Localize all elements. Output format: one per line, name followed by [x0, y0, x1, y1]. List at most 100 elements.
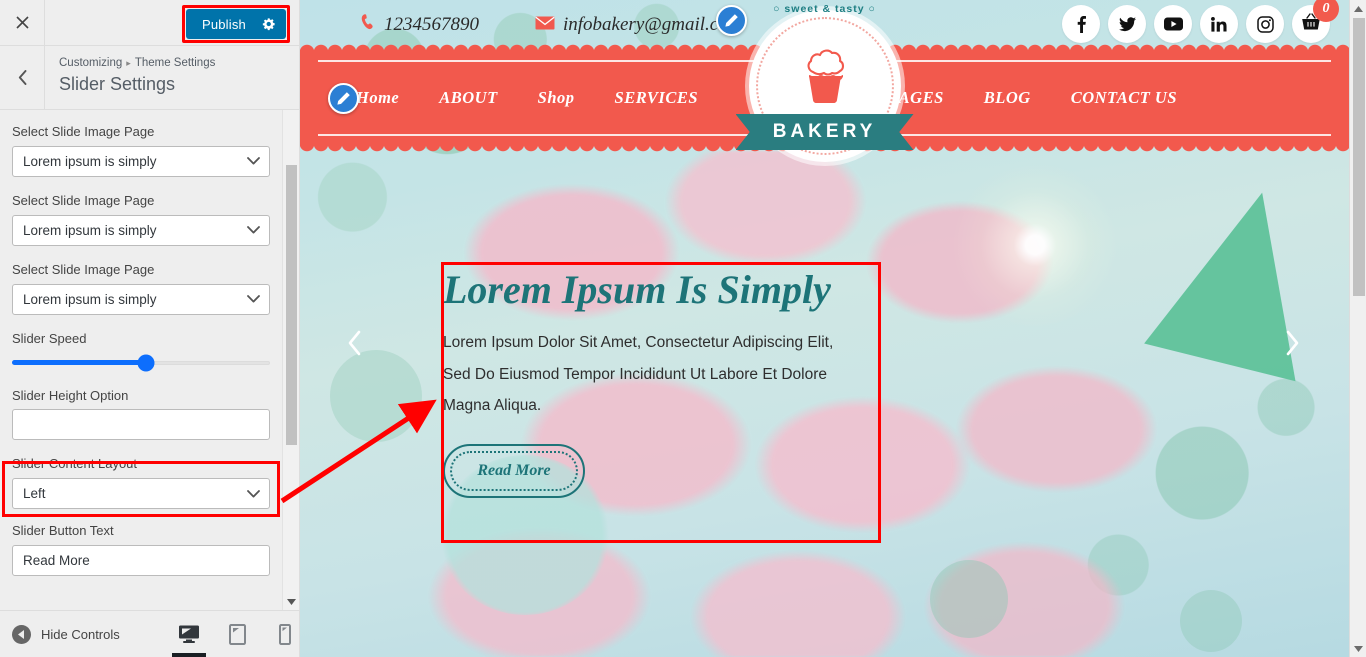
- twitter-icon[interactable]: [1108, 5, 1146, 43]
- logo-ribbon: BAKERY: [735, 114, 914, 150]
- topbar-email[interactable]: infobakery@gmail.com: [535, 14, 741, 36]
- chevron-down-icon: [247, 147, 260, 176]
- control-slider-button-text: Slider Button Text: [12, 523, 287, 577]
- slider-speed-range[interactable]: [12, 354, 270, 372]
- control-label: Slider Height Option: [12, 387, 129, 403]
- facebook-icon[interactable]: [1062, 5, 1100, 43]
- slide-image-page-select-2[interactable]: Lorem ipsum is simply: [12, 214, 270, 246]
- slide-title: Lorem Ipsum Is Simply: [443, 267, 831, 312]
- select-value: Lorem ipsum is simply: [23, 222, 157, 238]
- site-preview-frame: Home ABOUT Shop SERVICES PAGES BLOG CONT…: [300, 0, 1349, 657]
- email-address: infobakery@gmail.com: [563, 14, 742, 35]
- control-slider-speed: Slider Speed: [12, 331, 287, 372]
- customizer-titles: Customizing ▸ Theme Settings Slider Settin…: [45, 46, 215, 109]
- select-value: Lorem ipsum is simply: [23, 153, 157, 169]
- nav-item-services[interactable]: SERVICES: [615, 88, 699, 108]
- control-select-slide-image-page-3: Select Slide Image Page Lorem ipsum is s…: [12, 262, 287, 315]
- read-more-label: Read More: [477, 462, 551, 480]
- select-value: Lorem ipsum is simply: [23, 291, 157, 307]
- slider-height-input[interactable]: [12, 409, 270, 441]
- preview-scrollbar[interactable]: [1349, 0, 1366, 657]
- confetti-dot: [1180, 590, 1242, 652]
- control-label: Slider Content Layout: [12, 456, 138, 472]
- cart-count-badge: 0: [1313, 0, 1339, 22]
- slider-content-block: Lorem Ipsum Is Simply Lorem Ipsum Dolor …: [443, 267, 873, 499]
- cupcake-icon: [793, 42, 857, 104]
- select-value: Left: [23, 486, 46, 502]
- slider-prev-arrow[interactable]: [346, 330, 363, 363]
- scroll-down-arrow-icon[interactable]: [283, 593, 299, 610]
- control-select-slide-image-page-1: Select Slide Image Page Lorem ipsum is s…: [12, 124, 287, 177]
- publish-button[interactable]: Publish: [186, 9, 260, 39]
- nav-item-blog[interactable]: BLOG: [984, 88, 1031, 108]
- logo-tagline: ○ sweet & tasty ○: [773, 3, 876, 15]
- control-label: Slider Button Text: [12, 523, 114, 539]
- breadcrumb-separator: ▸: [126, 58, 131, 68]
- breadcrumb-root[interactable]: Customizing: [59, 57, 122, 69]
- customizer-section-header: Customizing ▸ Theme Settings Slider Settin…: [0, 46, 299, 110]
- chevron-down-icon: [247, 479, 260, 508]
- nav-links-right: PAGES BLOG CONTACT US: [889, 52, 1177, 144]
- envelope-icon: [535, 14, 555, 36]
- slider-button-text-input[interactable]: [12, 545, 270, 577]
- nav-item-shop[interactable]: Shop: [538, 88, 575, 108]
- hide-controls-button[interactable]: Hide Controls: [0, 624, 120, 644]
- nav-item-home[interactable]: Home: [356, 88, 399, 108]
- slide-description: Lorem Ipsum Dolor Sit Amet, Consectetur …: [443, 333, 834, 415]
- customizer-controls-list: Select Slide Image Page Lorem ipsum is s…: [0, 110, 299, 610]
- linkedin-icon[interactable]: [1200, 5, 1238, 43]
- device-desktop-icon[interactable]: [176, 619, 202, 649]
- customizer-panel: Publish Customizing ▸ Theme Settings Sli…: [0, 0, 300, 657]
- scrollbar-thumb[interactable]: [286, 165, 297, 445]
- scroll-up-arrow-icon[interactable]: [1350, 0, 1366, 17]
- site-logo[interactable]: BAKERY: [735, 10, 914, 162]
- customizer-topbar: Publish: [0, 0, 299, 46]
- confetti-dot: [330, 350, 422, 442]
- youtube-icon[interactable]: [1154, 5, 1192, 43]
- control-label: Select Slide Image Page: [12, 192, 155, 208]
- control-slider-height-option: Slider Height Option: [12, 388, 287, 441]
- nav-links-left: Home ABOUT Shop SERVICES: [356, 52, 698, 144]
- chevron-down-icon: [247, 285, 260, 314]
- slide-image-page-select-1[interactable]: Lorem ipsum is simply: [12, 145, 270, 177]
- control-select-slide-image-page-2: Select Slide Image Page Lorem ipsum is s…: [12, 193, 287, 246]
- back-chevron-icon[interactable]: [0, 46, 45, 109]
- chevron-down-icon: [247, 216, 260, 245]
- slider-next-arrow[interactable]: [1284, 330, 1301, 363]
- customizer-scrollbar[interactable]: [282, 110, 299, 610]
- slider-content-layout-select[interactable]: Left: [12, 478, 270, 510]
- slide-image-page-select-3[interactable]: Lorem ipsum is simply: [12, 283, 270, 315]
- publish-button-group[interactable]: Publish: [185, 9, 286, 39]
- edit-pencil-icon-navbar[interactable]: [328, 83, 359, 114]
- gear-icon[interactable]: [260, 9, 286, 39]
- range-fill: [12, 360, 147, 366]
- nav-item-about[interactable]: ABOUT: [439, 88, 497, 108]
- customizer-footer: Hide Controls: [0, 610, 299, 657]
- confetti-dot: [930, 560, 1008, 638]
- page-title: Slider Settings: [59, 74, 176, 95]
- breadcrumb: Customizing ▸ Theme Settings: [59, 55, 215, 71]
- device-tablet-icon[interactable]: [224, 619, 250, 649]
- topbar-phone[interactable]: 1234567890: [358, 13, 479, 37]
- device-preview-switcher: [176, 611, 298, 657]
- control-label: Select Slide Image Page: [12, 261, 155, 277]
- hide-controls-label: Hide Controls: [41, 626, 120, 642]
- phone-icon: [356, 11, 379, 38]
- range-thumb[interactable]: [137, 354, 155, 372]
- publish-highlight-box: Publish: [181, 5, 290, 43]
- phone-number: 1234567890: [384, 14, 479, 35]
- close-icon[interactable]: [0, 0, 45, 45]
- scroll-down-arrow-icon[interactable]: [1350, 640, 1366, 657]
- social-links: 0: [1062, 0, 1339, 43]
- read-more-button[interactable]: Read More: [443, 444, 585, 499]
- breadcrumb-parent[interactable]: Theme Settings: [135, 57, 216, 69]
- sparkler-decoration: [940, 150, 1130, 340]
- screenshot-root: Publish Customizing ▸ Theme Settings Sli…: [0, 0, 1366, 657]
- collapse-arrow-icon: [12, 624, 31, 644]
- device-mobile-icon[interactable]: [272, 619, 298, 649]
- instagram-icon[interactable]: [1246, 5, 1284, 43]
- cart-button[interactable]: 0: [1292, 0, 1339, 43]
- nav-item-contact-us[interactable]: CONTACT US: [1071, 88, 1177, 108]
- edit-pencil-icon-topbar[interactable]: [716, 5, 747, 36]
- scrollbar-thumb[interactable]: [1353, 18, 1365, 296]
